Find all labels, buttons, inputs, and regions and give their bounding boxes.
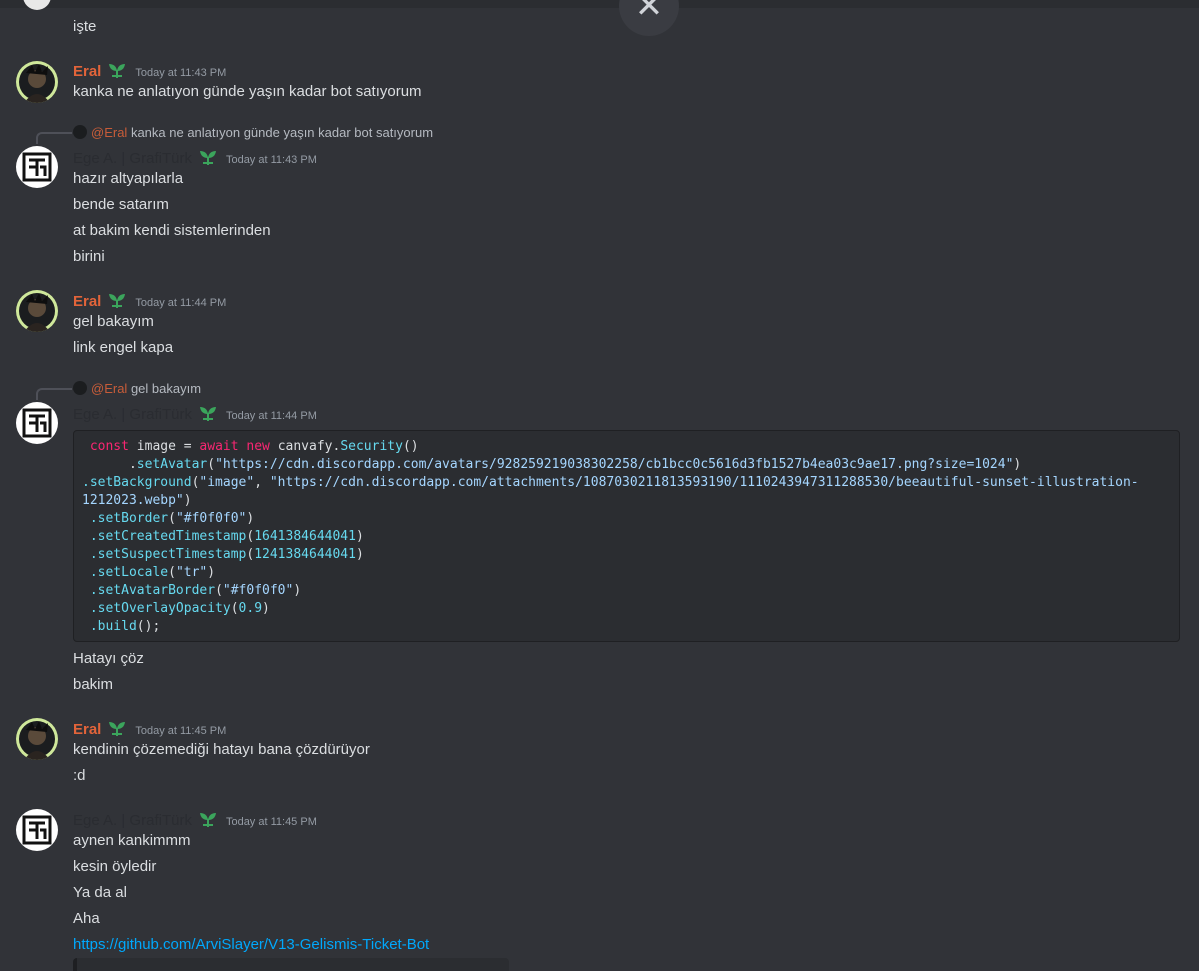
username[interactable]: Ege A. | GrafiTürk: [73, 812, 192, 829]
reply-spine: [36, 132, 72, 144]
code-line: .setBorder("#f0f0f0"): [89, 511, 255, 526]
username[interactable]: Ege A. | GrafiTürk: [73, 150, 192, 167]
reply-mention[interactable]: @Eral: [91, 381, 127, 396]
reply-text: gel bakayım: [130, 381, 202, 396]
close-button[interactable]: ✕: [619, 0, 679, 36]
message-line: at bakim kendi sistemlerinden: [73, 222, 271, 239]
message-line: Hatayı çöz: [73, 650, 144, 667]
message-header: Eral Today at 11:44 PM: [73, 291, 226, 310]
code-line: .build();: [89, 619, 161, 634]
timestamp[interactable]: Today at 11:45 PM: [135, 725, 226, 737]
timestamp[interactable]: Today at 11:44 PM: [135, 297, 226, 309]
close-icon: ✕: [634, 0, 664, 25]
message-header: Eral Today at 11:43 PM: [73, 61, 226, 80]
reply-avatar: [73, 381, 87, 395]
code-line: .setOverlayOpacity(0.9): [89, 601, 270, 616]
username[interactable]: Eral: [73, 293, 101, 310]
reply-mention[interactable]: @Eral: [91, 125, 127, 140]
message-line: Ya da al: [73, 884, 127, 901]
timestamp[interactable]: Today at 11:43 PM: [226, 154, 317, 166]
leaf-badge-icon[interactable]: [198, 810, 218, 828]
top-strip: [0, 0, 1199, 8]
code-block[interactable]: const image = await new canvafy.Security…: [73, 430, 1180, 642]
leaf-badge-icon[interactable]: [107, 719, 127, 737]
github-link[interactable]: https://github.com/ArviSlayer/V13-Gelism…: [73, 936, 429, 953]
leaf-badge-icon[interactable]: [107, 291, 127, 309]
timestamp[interactable]: Today at 11:43 PM: [135, 67, 226, 79]
message-line: kesin öyledir: [73, 858, 157, 875]
message-header: Eral Today at 11:45 PM: [73, 719, 226, 738]
username[interactable]: Eral: [73, 63, 101, 80]
code-line: .setLocale("tr"): [89, 565, 216, 580]
timestamp[interactable]: Today at 11:45 PM: [226, 816, 317, 828]
message-line: Aha: [73, 910, 100, 927]
reply-preview[interactable]: @Eral gel bakayım: [73, 381, 201, 396]
avatar[interactable]: [23, 0, 51, 10]
avatar-eral[interactable]: [16, 61, 58, 103]
message-line: hazır altyapılarla: [73, 170, 184, 187]
username[interactable]: Ege A. | GrafiTürk: [73, 406, 192, 423]
leaf-badge-icon[interactable]: [198, 148, 218, 166]
code-line: .setAvatar("https://cdn.discordapp.com/a…: [82, 457, 1022, 472]
message-line: gel bakayım: [73, 313, 154, 330]
avatar-ege[interactable]: [16, 809, 58, 851]
reply-avatar: [73, 125, 87, 139]
code-line: .setCreatedTimestamp(1641384644041): [89, 529, 364, 544]
message-line: birini: [73, 248, 105, 265]
avatar-ege[interactable]: [16, 402, 58, 444]
leaf-badge-icon[interactable]: [107, 61, 127, 79]
avatar-eral[interactable]: [16, 290, 58, 332]
code-line: 1212023.webp"): [82, 493, 192, 508]
avatar-eral[interactable]: [16, 718, 58, 760]
message-line: işte: [73, 18, 97, 35]
message-line: bende satarım: [73, 196, 169, 213]
message-header: Ege A. | GrafiTürk Today at 11:44 PM: [73, 404, 317, 423]
code-line: .setSuspectTimestamp(1241384644041): [89, 547, 364, 562]
message-line: aynen kankimmm: [73, 832, 191, 849]
code-line: .setBackground("image", "https://cdn.dis…: [82, 475, 1139, 490]
reply-spine: [36, 388, 72, 400]
message-line: kendinin çözemediği hatayı bana çözdürüy…: [73, 741, 370, 758]
reply-preview[interactable]: @Eral kanka ne anlatıyon günde yaşın kad…: [73, 125, 433, 140]
code-line: .setAvatarBorder("#f0f0f0"): [89, 583, 302, 598]
message-header: Ege A. | GrafiTürk Today at 11:43 PM: [73, 148, 317, 167]
code-line: const image = await new canvafy.Security…: [89, 439, 419, 454]
reply-text: kanka ne anlatıyon günde yaşın kadar bot…: [130, 125, 434, 140]
username[interactable]: Eral: [73, 721, 101, 738]
timestamp[interactable]: Today at 11:44 PM: [226, 410, 317, 422]
leaf-badge-icon[interactable]: [198, 404, 218, 422]
message-line: kanka ne anlatıyon günde yaşın kadar bot…: [73, 83, 422, 100]
message-line: link engel kapa: [73, 339, 174, 356]
message-line: :d: [73, 767, 86, 784]
message-line: bakim: [73, 676, 114, 693]
link-embed[interactable]: [73, 958, 509, 971]
avatar-ege[interactable]: [16, 146, 58, 188]
message-header: Ege A. | GrafiTürk Today at 11:45 PM: [73, 810, 317, 829]
